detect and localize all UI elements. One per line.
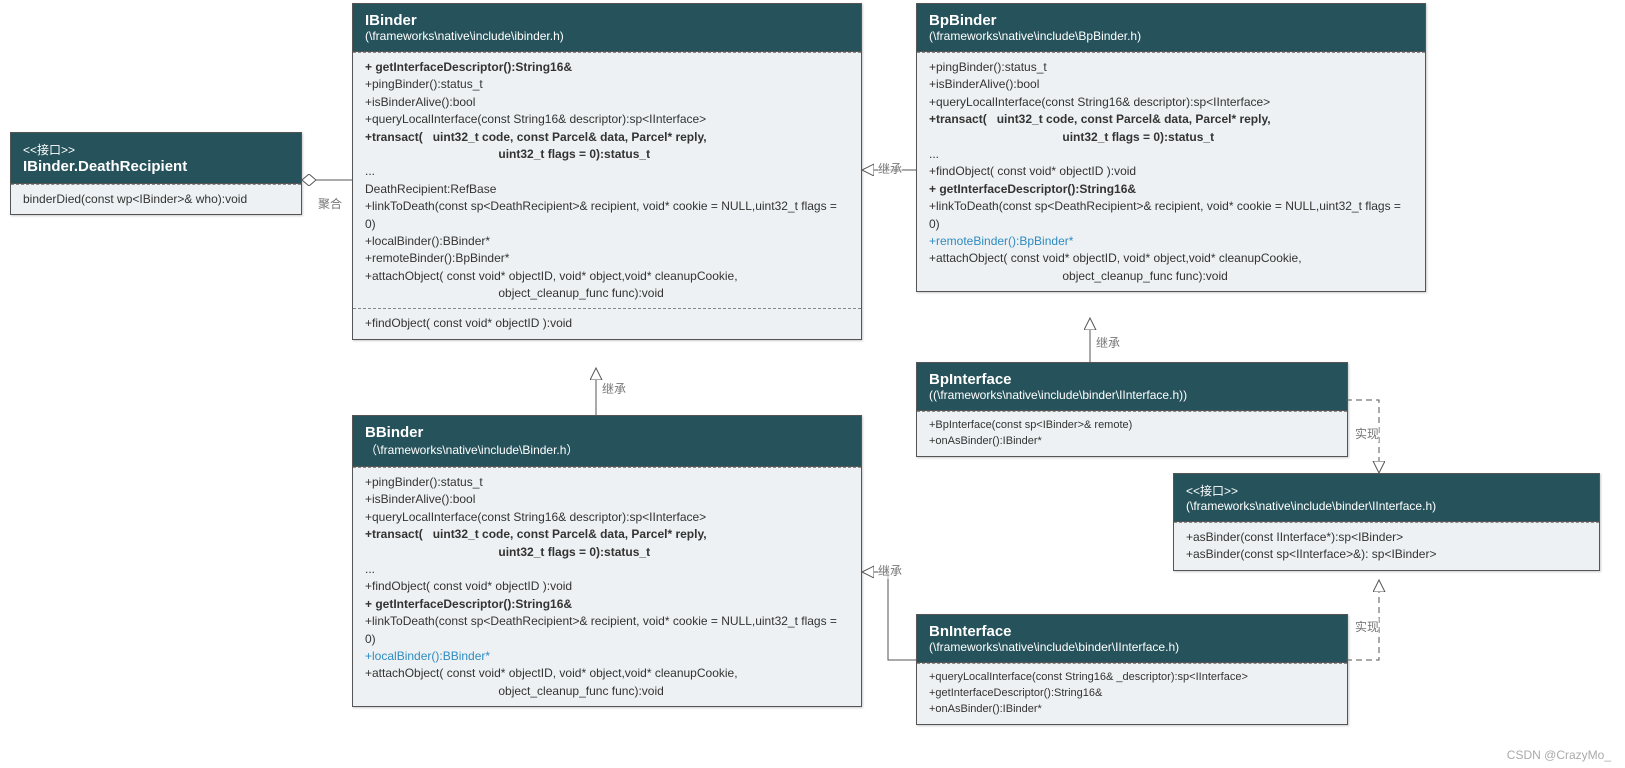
member: +linkToDeath(const sp<DeathRecipient>& r… — [929, 198, 1413, 233]
member: +attachObject( const void* objectID, voi… — [365, 665, 849, 682]
diagram-canvas: { "watermark": "CSDN @CrazyMo_", "labels… — [0, 0, 1625, 768]
rel-label-aggregation: 聚合 — [318, 195, 342, 212]
class-header: BnInterface (\frameworks\native\include\… — [917, 615, 1347, 663]
class-sub: （\frameworks\native\include\Binder.h） — [365, 441, 849, 458]
class-iinterface: <<接口>> (\frameworks\native\include\binde… — [1173, 473, 1600, 571]
member: +transact( uint32_t code, const Parcel& … — [365, 129, 849, 146]
member: +isBinderAlive():bool — [365, 94, 849, 111]
class-title: IBinder — [365, 12, 849, 29]
watermark: CSDN @CrazyMo_ — [1507, 748, 1611, 762]
member: +linkToDeath(const sp<DeathRecipient>& r… — [365, 198, 849, 233]
member: ... — [365, 561, 849, 578]
compartment: binderDied(const wp<IBinder>& who):void — [11, 184, 301, 214]
class-sub: (\frameworks\native\include\ibinder.h) — [365, 29, 849, 43]
member: +asBinder(const sp<IInterface>&): sp<IBi… — [1186, 546, 1587, 563]
class-header: BBinder （\frameworks\native\include\Bind… — [353, 416, 861, 467]
class-ibinder: IBinder (\frameworks\native\include\ibin… — [352, 3, 862, 340]
member: +queryLocalInterface(const String16& des… — [929, 94, 1413, 111]
member: +findObject( const void* objectID ):void — [365, 578, 849, 595]
class-header: <<接口>> (\frameworks\native\include\binde… — [1174, 474, 1599, 522]
class-header: BpInterface ((\frameworks\native\include… — [917, 363, 1347, 411]
member: +attachObject( const void* objectID, voi… — [365, 268, 849, 285]
class-sub: (\frameworks\native\include\BpBinder.h) — [929, 29, 1413, 43]
member: ... — [929, 146, 1413, 163]
member: +asBinder(const IInterface*):sp<IBinder> — [1186, 529, 1587, 546]
member: + getInterfaceDescriptor():String16& — [365, 596, 849, 613]
member: uint32_t flags = 0):status_t — [365, 544, 849, 561]
member: +remoteBinder():BpBinder* — [365, 250, 849, 267]
compartment: + getInterfaceDescriptor():String16&+pin… — [353, 52, 861, 308]
compartment: +BpInterface(const sp<IBinder>& remote)+… — [917, 411, 1347, 456]
member: object_cleanup_func func):void — [365, 683, 849, 700]
compartment: +pingBinder():status_t+isBinderAlive():b… — [917, 52, 1425, 291]
class-sub: ((\frameworks\native\include\binder\IInt… — [929, 388, 1335, 402]
class-title: BBinder — [365, 424, 849, 441]
member: +isBinderAlive():bool — [929, 76, 1413, 93]
member: ... — [365, 163, 849, 180]
class-bninterface: BnInterface (\frameworks\native\include\… — [916, 614, 1348, 725]
member: +remoteBinder():BpBinder* — [929, 233, 1413, 250]
member: +transact( uint32_t code, const Parcel& … — [365, 526, 849, 543]
member: +isBinderAlive():bool — [365, 491, 849, 508]
class-title: BpInterface — [929, 371, 1335, 388]
rel-label-inherit: 继承 — [878, 160, 902, 177]
class-bbinder: BBinder （\frameworks\native\include\Bind… — [352, 415, 862, 707]
compartment: +findObject( const void* objectID ):void — [353, 308, 861, 338]
class-title: IBinder.DeathRecipient — [23, 158, 289, 175]
class-sub: (\frameworks\native\include\binder\IInte… — [1186, 499, 1587, 513]
member: uint32_t flags = 0):status_t — [929, 129, 1413, 146]
member: +onAsBinder():IBinder* — [929, 702, 1335, 718]
member: + getInterfaceDescriptor():String16& — [365, 59, 849, 76]
member: +transact( uint32_t code, const Parcel& … — [929, 111, 1413, 128]
member: +findObject( const void* objectID ):void — [365, 315, 849, 332]
rel-label-realize: 实现 — [1355, 425, 1379, 442]
class-title: BnInterface — [929, 623, 1335, 640]
member: object_cleanup_func func):void — [365, 285, 849, 302]
member: + getInterfaceDescriptor():String16& — [929, 181, 1413, 198]
member: +attachObject( const void* objectID, voi… — [929, 250, 1413, 267]
class-ibinder-deathrecipient: <<接口>> IBinder.DeathRecipient binderDied… — [10, 132, 302, 215]
compartment: +asBinder(const IInterface*):sp<IBinder>… — [1174, 522, 1599, 570]
rel-label-inherit: 继承 — [602, 380, 626, 397]
member: +pingBinder():status_t — [365, 76, 849, 93]
member: DeathRecipient:RefBase — [365, 181, 849, 198]
member: +queryLocalInterface(const String16& des… — [365, 111, 849, 128]
rel-label-inherit: 继承 — [878, 562, 902, 579]
class-header: BpBinder (\frameworks\native\include\BpB… — [917, 4, 1425, 52]
class-bpinterface: BpInterface ((\frameworks\native\include… — [916, 362, 1348, 457]
member: uint32_t flags = 0):status_t — [365, 146, 849, 163]
member: +linkToDeath(const sp<DeathRecipient>& r… — [365, 613, 849, 648]
member: object_cleanup_func func):void — [929, 268, 1413, 285]
stereotype: <<接口>> — [23, 141, 289, 158]
member: +onAsBinder():IBinder* — [929, 434, 1335, 450]
class-header: IBinder (\frameworks\native\include\ibin… — [353, 4, 861, 52]
member: +localBinder():BBinder* — [365, 233, 849, 250]
compartment: +pingBinder():status_t+isBinderAlive():b… — [353, 467, 861, 706]
member: +queryLocalInterface(const String16& _de… — [929, 670, 1335, 686]
member: +localBinder():BBinder* — [365, 648, 849, 665]
member: +queryLocalInterface(const String16& des… — [365, 509, 849, 526]
member: +pingBinder():status_t — [929, 59, 1413, 76]
compartment: +queryLocalInterface(const String16& _de… — [917, 663, 1347, 724]
class-bpbinder: BpBinder (\frameworks\native\include\BpB… — [916, 3, 1426, 292]
stereotype: <<接口>> — [1186, 482, 1587, 499]
rel-label-realize: 实现 — [1355, 618, 1379, 635]
member: +getInterfaceDescriptor():String16& — [929, 686, 1335, 702]
member: +findObject( const void* objectID ):void — [929, 163, 1413, 180]
member: +BpInterface(const sp<IBinder>& remote) — [929, 418, 1335, 434]
rel-label-inherit: 继承 — [1096, 334, 1120, 351]
member: +pingBinder():status_t — [365, 474, 849, 491]
member: binderDied(const wp<IBinder>& who):void — [23, 191, 289, 208]
class-header: <<接口>> IBinder.DeathRecipient — [11, 133, 301, 184]
class-sub: (\frameworks\native\include\binder\IInte… — [929, 640, 1335, 654]
class-title: BpBinder — [929, 12, 1413, 29]
